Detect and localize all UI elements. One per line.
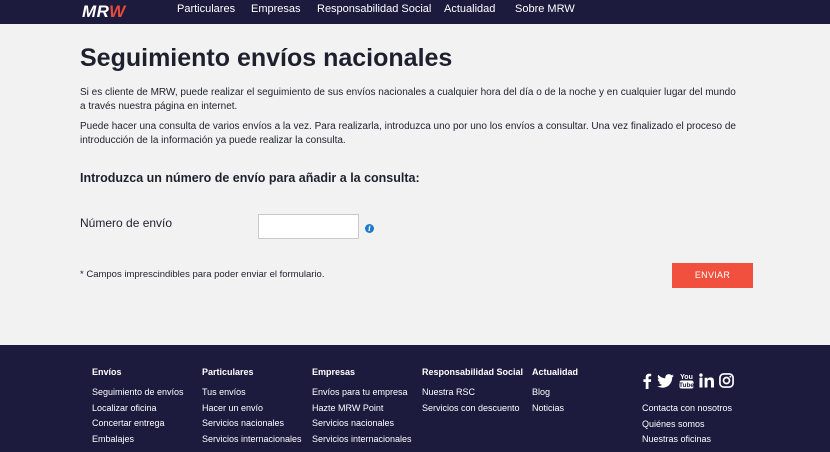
footer-link[interactable]: Servicios con descuento	[422, 403, 523, 419]
footer-link[interactable]: Quiénes somos	[642, 419, 732, 435]
footer-link[interactable]: Blog	[532, 387, 578, 403]
youtube-icon[interactable]: You Tube	[679, 372, 694, 389]
footer-column-title: Responsabilidad Social	[422, 367, 524, 377]
footer-link[interactable]: Servicios nacionales	[312, 418, 412, 434]
nav-sobre-mrw[interactable]: Sobre MRW	[515, 3, 575, 15]
svg-text:Tube: Tube	[679, 382, 694, 389]
footer-column-title: Particulares	[202, 367, 254, 377]
footer-link[interactable]: Embalajes	[92, 434, 184, 450]
twitter-icon[interactable]	[657, 373, 674, 388]
form-subtitle: Introduzca un número de envío para añadi…	[80, 171, 420, 185]
footer-link[interactable]: Noticias	[532, 403, 578, 419]
facebook-icon[interactable]	[642, 373, 652, 389]
footer-link[interactable]: Envíos para tu empresa	[312, 387, 412, 403]
instructions-paragraph: Puede hacer una consulta de varios envío…	[80, 121, 736, 146]
linkedin-icon[interactable]	[699, 373, 714, 388]
footer-column-title: Actualidad	[532, 367, 579, 377]
footer-column-responsabilidad-social: Responsabilidad Social Nuestra RSC Servi…	[422, 367, 523, 418]
shipment-number-input[interactable]	[258, 214, 359, 239]
nav-responsabilidad-social[interactable]: Responsabilidad Social	[317, 3, 431, 15]
nav-actualidad[interactable]: Actualidad	[444, 3, 495, 15]
footer-link[interactable]: Concertar entrega	[92, 418, 184, 434]
svg-text:You: You	[680, 374, 693, 381]
footer-column-title: Envíos	[92, 367, 122, 377]
send-button[interactable]: ENVIAR	[672, 263, 753, 288]
instagram-icon[interactable]	[719, 373, 734, 388]
footer-column-actualidad: Actualidad Blog Noticias	[532, 367, 578, 418]
footer-right-links: Contacta con nosotros Quiénes somos Nues…	[642, 403, 732, 450]
footer-link[interactable]: Hazte MRW Point	[312, 403, 412, 419]
footer-column-envios: Envíos Seguimiento de envíos Localizar o…	[92, 367, 184, 449]
footer-link[interactable]: Servicios nacionales	[202, 418, 302, 434]
nav-particulares[interactable]: Particulares	[177, 3, 235, 15]
footer-link[interactable]: Servicios internacionales	[312, 434, 412, 450]
footer-link[interactable]: Localizar oficina	[92, 403, 184, 419]
social-icons: You Tube	[642, 372, 734, 389]
footer-link[interactable]: Seguimiento de envíos	[92, 387, 184, 403]
footer-link[interactable]: Contacta con nosotros	[642, 403, 732, 419]
info-icon[interactable]: i	[365, 224, 374, 233]
footer-link[interactable]: Hacer un envío	[202, 403, 302, 419]
top-navigation-bar: MRW Particulares Empresas Responsabilida…	[0, 0, 830, 24]
nav-empresas[interactable]: Empresas	[251, 3, 301, 15]
intro-paragraph: Si es cliente de MRW, puede realizar el …	[80, 87, 736, 112]
footer-link[interactable]: Tus envíos	[202, 387, 302, 403]
mrw-logo[interactable]: MRW	[82, 2, 152, 21]
footer-column-empresas: Empresas Envíos para tu empresa Hazte MR…	[312, 367, 412, 449]
footer-link[interactable]: Nuestras oficinas	[642, 434, 732, 450]
footer-link[interactable]: Servicios internacionales	[202, 434, 302, 450]
shipment-number-label: Número de envío	[80, 216, 173, 230]
footer-link[interactable]: Nuestra RSC	[422, 387, 523, 403]
footer-column-particulares: Particulares Tus envíos Hacer un envío S…	[202, 367, 302, 449]
footer-column-title: Empresas	[312, 367, 356, 377]
site-footer: Envíos Seguimiento de envíos Localizar o…	[0, 345, 830, 452]
page-title: Seguimiento envíos nacionales	[80, 44, 453, 72]
required-fields-note: * Campos imprescindibles para poder envi…	[80, 269, 325, 280]
